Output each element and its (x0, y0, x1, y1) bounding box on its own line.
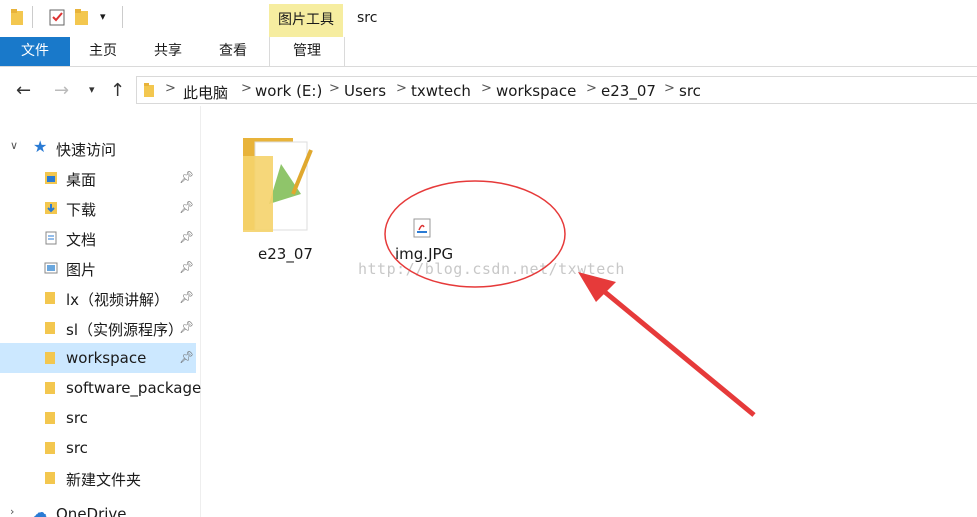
annotation-arrow-shaft (598, 286, 756, 417)
highlight-ellipse (384, 180, 566, 288)
annotation-overlay (384, 180, 756, 417)
